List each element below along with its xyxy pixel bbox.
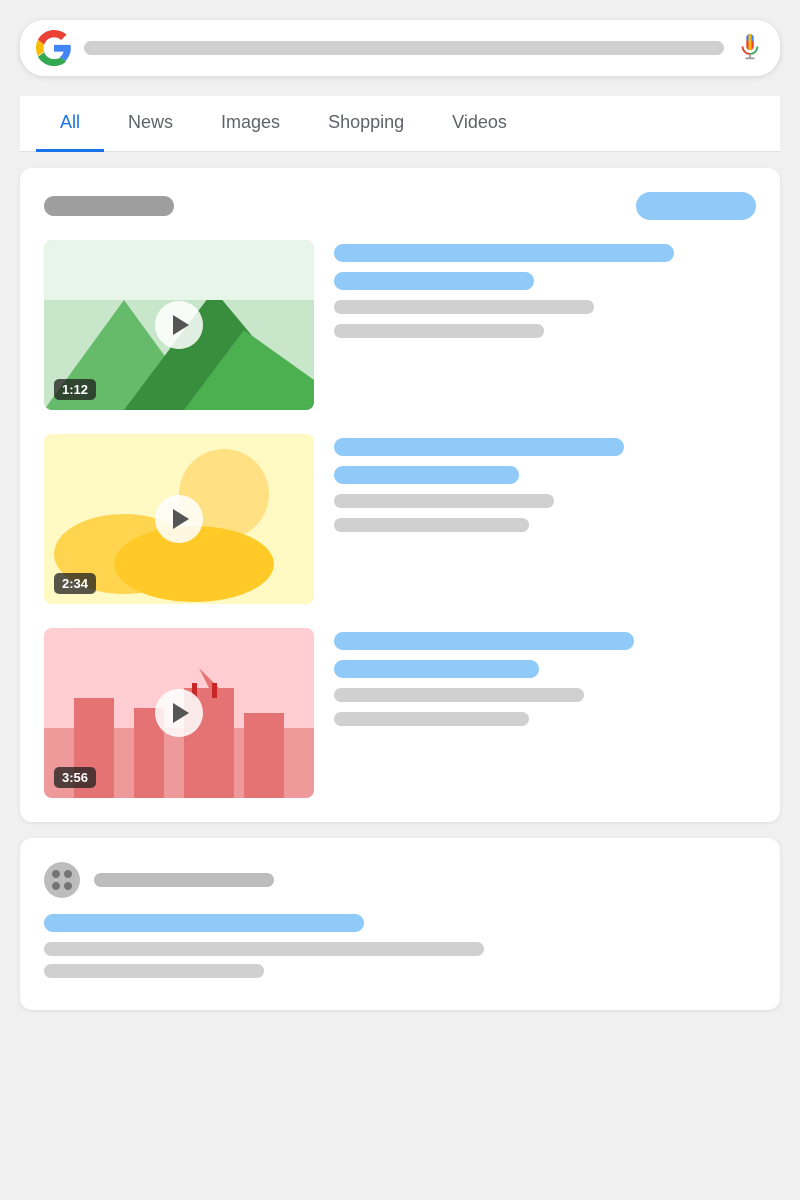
video-title-1 <box>334 244 674 262</box>
video-results-card: 1:12 2:34 <box>20 168 780 822</box>
video-title-3 <box>334 632 634 650</box>
video-info-3 <box>334 628 756 798</box>
video-subtitle-2 <box>334 466 519 484</box>
video-desc2-2 <box>334 518 529 532</box>
result-desc-2 <box>44 964 264 978</box>
video-item-2[interactable]: 2:34 <box>44 434 756 604</box>
source-label <box>94 873 274 887</box>
search-bar[interactable] <box>20 20 780 76</box>
page-wrapper: All News Images Shopping Videos <box>0 0 800 1030</box>
video-desc2-1 <box>334 324 544 338</box>
duration-badge-2: 2:34 <box>54 573 96 594</box>
result-desc-1 <box>44 942 484 956</box>
video-item-1[interactable]: 1:12 <box>44 240 756 410</box>
source-dot <box>52 870 60 878</box>
header-label <box>44 196 174 216</box>
play-button-2[interactable] <box>155 495 203 543</box>
video-thumbnail-3[interactable]: 3:56 <box>44 628 314 798</box>
second-result-card <box>20 838 780 1010</box>
video-thumbnail-2[interactable]: 2:34 <box>44 434 314 604</box>
search-tabs: All News Images Shopping Videos <box>20 96 780 152</box>
tab-videos[interactable]: Videos <box>428 96 531 152</box>
tab-news[interactable]: News <box>104 96 197 152</box>
video-subtitle-3 <box>334 660 539 678</box>
source-dot <box>64 882 72 890</box>
second-card-header <box>44 862 756 898</box>
video-desc1-2 <box>334 494 554 508</box>
play-triangle-1 <box>173 315 189 335</box>
tab-all[interactable]: All <box>36 96 104 152</box>
card-header <box>44 192 756 220</box>
video-desc1-1 <box>334 300 594 314</box>
result-title[interactable] <box>44 914 364 932</box>
source-dot <box>52 882 60 890</box>
source-dot <box>64 870 72 878</box>
video-desc1-3 <box>334 688 584 702</box>
video-desc2-3 <box>334 712 529 726</box>
video-item-3[interactable]: 3:56 <box>44 628 756 798</box>
video-title-2 <box>334 438 624 456</box>
duration-badge-1: 1:12 <box>54 379 96 400</box>
tab-images[interactable]: Images <box>197 96 304 152</box>
mic-icon[interactable] <box>736 34 764 62</box>
video-thumbnail-1[interactable]: 1:12 <box>44 240 314 410</box>
play-button-3[interactable] <box>155 689 203 737</box>
video-info-2 <box>334 434 756 604</box>
video-info-1 <box>334 240 756 410</box>
source-dot-grid <box>52 870 72 890</box>
video-subtitle-1 <box>334 272 534 290</box>
play-button-1[interactable] <box>155 301 203 349</box>
source-icon <box>44 862 80 898</box>
tab-shopping[interactable]: Shopping <box>304 96 428 152</box>
search-input-placeholder <box>84 41 724 55</box>
google-logo <box>36 30 72 66</box>
duration-badge-3: 3:56 <box>54 767 96 788</box>
play-triangle-2 <box>173 509 189 529</box>
play-triangle-3 <box>173 703 189 723</box>
header-action[interactable] <box>636 192 756 220</box>
